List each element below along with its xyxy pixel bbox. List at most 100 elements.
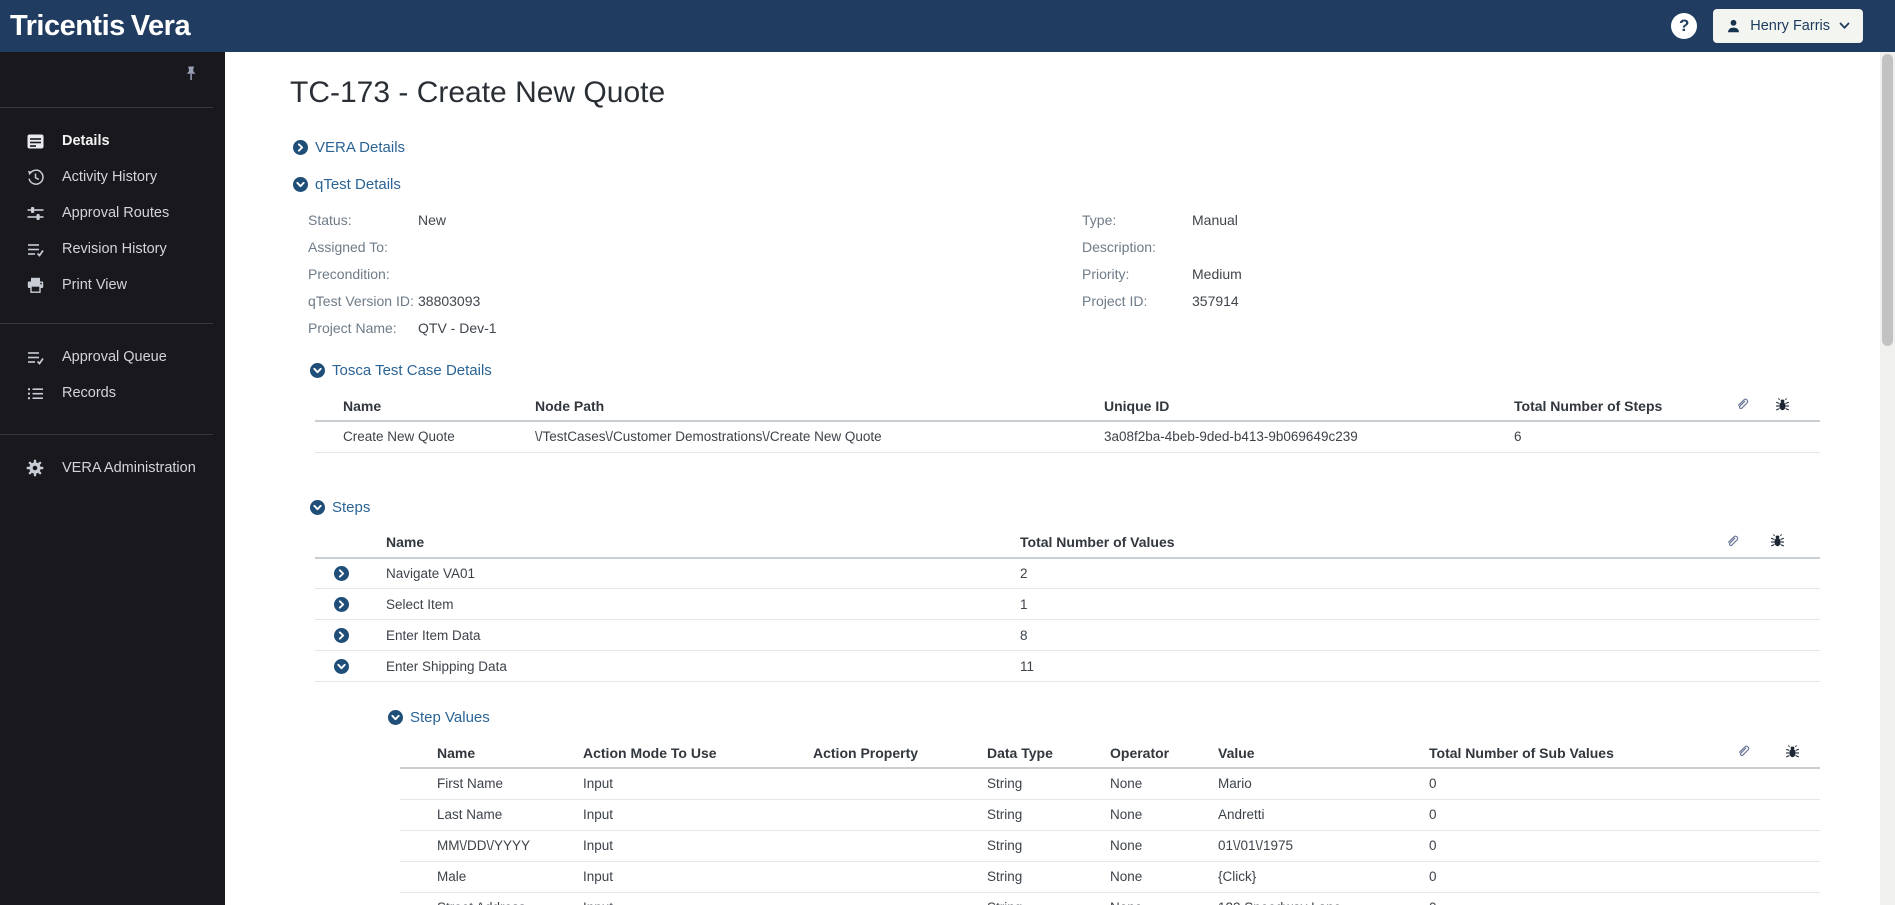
section-toggle-steps[interactable]: Steps <box>310 499 370 516</box>
sidebar-item-label: Activity History <box>62 169 158 185</box>
sidebar-item-details[interactable]: Details <box>0 123 225 159</box>
main-content: TC-173 - Create New Quote VERA Details q… <box>225 52 1880 905</box>
attachment-paperclip-icon[interactable] <box>1736 738 1785 769</box>
section-label: VERA Details <box>315 139 406 156</box>
cell-attachments <box>1725 557 1770 589</box>
sidebar-item-revision-history[interactable]: Revision History <box>0 231 225 267</box>
collapse-step-icon[interactable] <box>333 658 349 674</box>
sidebar-item-print-view[interactable]: Print View <box>0 267 225 303</box>
cell-attachments <box>1736 861 1785 893</box>
section-toggle-tosca-details[interactable]: Tosca Test Case Details <box>310 362 492 379</box>
cell-expand <box>315 588 367 620</box>
qtest-details-fields: Status: New Assigned To: Precondition: qT… <box>290 206 1880 341</box>
chevron-down-circle-icon <box>293 177 308 192</box>
cell-name: Create New Quote <box>315 421 527 453</box>
cell-total-sub-values: 0 <box>1421 799 1736 831</box>
step-value-row: Male Input String None {Click} 0 <box>400 861 1820 893</box>
cell-total-steps: 6 <box>1506 421 1735 453</box>
user-menu-button[interactable]: Henry Farris <box>1713 9 1863 43</box>
cell-defects <box>1770 588 1820 620</box>
expand-step-icon[interactable] <box>333 566 349 582</box>
cell-total-sub-values: 0 <box>1421 768 1736 800</box>
records-list-icon <box>26 384 44 402</box>
section-toggle-vera-details[interactable]: VERA Details <box>293 139 405 156</box>
field-label-priority: Priority: <box>1082 265 1130 282</box>
list-check-icon <box>26 240 44 258</box>
cell-data-type: String <box>979 861 1102 893</box>
column-header-value: Value <box>1210 738 1421 769</box>
cell-attachments <box>1736 892 1785 905</box>
vertical-scrollbar[interactable] <box>1880 52 1895 905</box>
sidebar-item-approval-routes[interactable]: Approval Routes <box>0 195 225 231</box>
expand-step-icon[interactable] <box>333 627 349 643</box>
step-row: Enter Item Data 8 <box>315 619 1820 651</box>
chevron-down-icon <box>1839 22 1850 30</box>
sidebar-item-records[interactable]: Records <box>0 375 225 411</box>
step-value-row: Street AddressInput StringNone123 Speedwa… <box>400 892 1820 905</box>
column-header-unique-id: Unique ID <box>1096 391 1506 422</box>
pin-sidebar-icon[interactable] <box>183 65 199 83</box>
sidebar-item-label: Records <box>62 385 116 401</box>
column-header-name: Name <box>400 738 575 769</box>
step-value-row: Last Name Input String None Andretti 0 <box>400 799 1820 831</box>
sidebar-item-approval-queue[interactable]: Approval Queue <box>0 339 225 375</box>
cell-defects <box>1785 768 1820 800</box>
sidebar: Details Activity History Approval Routes… <box>0 52 225 905</box>
user-icon <box>1726 18 1741 34</box>
tosca-table-row: Create New Quote \/TestCases\/Customer De… <box>315 421 1820 453</box>
section-toggle-qtest-details[interactable]: qTest Details <box>293 176 401 193</box>
cell-name: Male <box>400 861 575 893</box>
cell-expand <box>315 619 367 651</box>
user-name: Henry Farris <box>1750 18 1830 34</box>
column-header-total-sub-values: Total Number of Sub Values <box>1421 738 1736 769</box>
steps-table: Name Total Number of Values Navigate VA0… <box>315 527 1820 682</box>
section-label: Steps <box>332 498 371 516</box>
column-header-operator: Operator <box>1102 738 1210 769</box>
field-label-status: Status: <box>308 211 352 228</box>
expand-column-header <box>315 527 367 559</box>
attachment-paperclip-icon[interactable] <box>1735 391 1775 422</box>
expand-step-icon[interactable] <box>333 596 349 612</box>
cell-name: Street Address <box>400 892 575 905</box>
step-row: Select Item 1 <box>315 588 1820 620</box>
cell-value: {Click} <box>1210 861 1421 893</box>
defect-bug-icon[interactable] <box>1785 738 1820 769</box>
field-label-project-name: Project Name: <box>308 319 397 336</box>
cell-action-mode: Input <box>575 799 805 831</box>
cell-name: MM\/DD\/YYYY <box>400 830 575 862</box>
help-icon[interactable]: ? <box>1671 13 1698 39</box>
cell-data-type: String <box>979 768 1102 800</box>
cell-defects <box>1770 650 1820 682</box>
cell-defects <box>1785 799 1820 831</box>
cell-step-name: Enter Item Data <box>367 619 1005 651</box>
cell-attachments <box>1735 421 1775 453</box>
field-value-qtest-version-id: 38803093 <box>418 292 481 309</box>
tricentis-vera-logo: Tricentis Vera <box>0 0 191 52</box>
list-check-icon <box>26 348 44 366</box>
sidebar-item-vera-administration[interactable]: VERA Administration <box>0 450 225 486</box>
field-value-priority: Medium <box>1192 265 1242 282</box>
attachment-paperclip-icon[interactable] <box>1725 527 1770 559</box>
cell-attachments <box>1725 588 1770 620</box>
sidebar-item-label: Revision History <box>62 241 167 257</box>
column-header-name: Name <box>367 527 1005 559</box>
step-value-row: First Name Input String None Mario 0 <box>400 768 1820 800</box>
page-title: TC-173 - Create New Quote <box>290 76 666 109</box>
cell-node-path: \/TestCases\/Customer Demostrations\/Cre… <box>527 421 1096 453</box>
chevron-down-circle-icon <box>388 710 403 725</box>
column-header-total-steps: Total Number of Steps <box>1506 391 1735 422</box>
defect-bug-icon[interactable] <box>1770 527 1820 559</box>
field-label-qtest-version-id: qTest Version ID: <box>308 292 414 309</box>
scrollbar-thumb[interactable] <box>1882 54 1893 346</box>
defect-bug-icon[interactable] <box>1775 391 1820 422</box>
field-value-type: Manual <box>1192 211 1238 228</box>
field-value-status: New <box>418 211 447 228</box>
cell-defects <box>1785 861 1820 893</box>
section-toggle-step-values[interactable]: Step Values <box>388 709 490 726</box>
column-header-node-path: Node Path <box>527 391 1096 422</box>
cell-action-mode: Input <box>575 768 805 800</box>
sidebar-item-activity-history[interactable]: Activity History <box>0 159 225 195</box>
cell-attachments <box>1736 830 1785 862</box>
cell-expand <box>315 557 367 589</box>
field-value-project-name: QTV - Dev-1 <box>418 319 497 336</box>
